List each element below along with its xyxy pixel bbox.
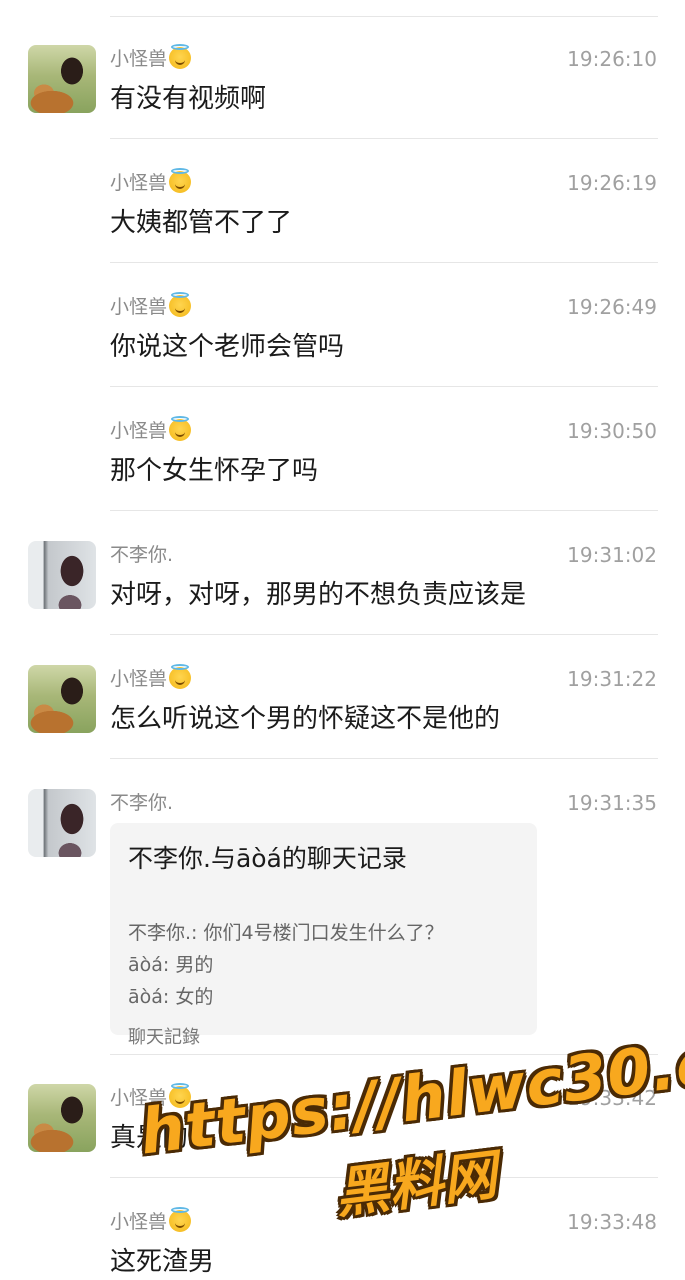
angel-emoji-icon (169, 416, 192, 441)
divider (110, 1054, 658, 1055)
message-time: 19:30:50 (567, 419, 657, 443)
divider (110, 634, 658, 635)
sender-name: 小怪兽 (110, 168, 192, 197)
message-item[interactable]: 小怪兽 19:26:10 有没有视频啊 (0, 44, 685, 139)
sender-name: 小怪兽 (110, 44, 192, 73)
sender-name: 不李你. (110, 544, 174, 566)
message-text[interactable]: 你说这个老师会管吗 (110, 329, 344, 365)
message-item[interactable]: 小怪兽 19:33:48 这死渣男 (0, 1207, 685, 1280)
divider (110, 138, 658, 139)
message-item[interactable]: 不李你. 19:31:35 不李你.与āòá的聊天记录 不李你.: 你们4号楼门… (0, 789, 685, 1055)
message-time: 19:33:48 (567, 1210, 657, 1234)
divider (110, 262, 658, 263)
avatar[interactable] (28, 1084, 96, 1152)
message-item[interactable]: 小怪兽 19:30:50 那个女生怀孕了吗 (0, 416, 685, 511)
sender-name: 小怪兽 (110, 664, 192, 693)
chat-record-footer: 聊天記錄 (128, 1027, 200, 1048)
divider (110, 1177, 658, 1178)
sender-name: 小怪兽 (110, 1083, 192, 1112)
message-time: 19:31:22 (567, 667, 657, 691)
message-item[interactable]: 不李你. 19:31:02 对呀，对呀，那男的不想负责应该是 (0, 541, 685, 635)
chat-record-line: 不李你.: 你们4号楼门口发生什么了？ (128, 922, 444, 944)
sender-name: 不李你. (110, 792, 174, 814)
message-text[interactable]: 对呀，对呀，那男的不想负责应该是 (110, 577, 526, 613)
sender-name: 小怪兽 (110, 416, 192, 445)
message-time: 19:26:19 (567, 171, 657, 195)
angel-emoji-icon (169, 1207, 192, 1232)
message-text[interactable]: 大姨都管不了了 (110, 205, 292, 241)
message-item[interactable]: 小怪兽 19:33:42 真是的 (0, 1083, 685, 1178)
message-time: 19:31:02 (567, 543, 657, 567)
message-text[interactable]: 怎么听说这个男的怀疑这不是他的 (110, 701, 500, 737)
divider (110, 510, 658, 511)
message-item[interactable]: 小怪兽 19:26:49 你说这个老师会管吗 (0, 292, 685, 387)
avatar[interactable] (28, 541, 96, 609)
sender-name: 小怪兽 (110, 292, 192, 321)
message-time: 19:31:35 (567, 791, 657, 815)
angel-emoji-icon (169, 1083, 192, 1108)
message-text[interactable]: 真是的 (110, 1120, 188, 1156)
divider (110, 386, 658, 387)
sender-name: 小怪兽 (110, 1207, 192, 1236)
message-text[interactable]: 这死渣男 (110, 1244, 214, 1280)
angel-emoji-icon (169, 292, 192, 317)
message-text[interactable]: 那个女生怀孕了吗 (110, 453, 318, 489)
chat-record-card[interactable]: 不李你.与āòá的聊天记录 不李你.: 你们4号楼门口发生什么了？ āòá: 男… (110, 823, 537, 1048)
divider-top (110, 16, 658, 17)
divider (110, 758, 658, 759)
angel-emoji-icon (169, 168, 192, 193)
chat-record-line: āòá: 男的 (128, 954, 214, 976)
angel-emoji-icon (169, 44, 192, 69)
chat-record-title: 不李你.与āòá的聊天记录 (128, 844, 407, 873)
message-time: 19:26:49 (567, 295, 657, 319)
avatar[interactable] (28, 789, 96, 857)
message-time: 19:26:10 (567, 47, 657, 71)
message-time: 19:33:42 (567, 1086, 657, 1110)
angel-emoji-icon (169, 664, 192, 689)
avatar[interactable] (28, 665, 96, 733)
avatar[interactable] (28, 45, 96, 113)
message-item[interactable]: 小怪兽 19:26:19 大姨都管不了了 (0, 168, 685, 263)
message-text[interactable]: 有没有视频啊 (110, 81, 266, 117)
chat-record-line: āòá: 女的 (128, 986, 214, 1008)
message-item[interactable]: 小怪兽 19:31:22 怎么听说这个男的怀疑这不是他的 (0, 664, 685, 759)
